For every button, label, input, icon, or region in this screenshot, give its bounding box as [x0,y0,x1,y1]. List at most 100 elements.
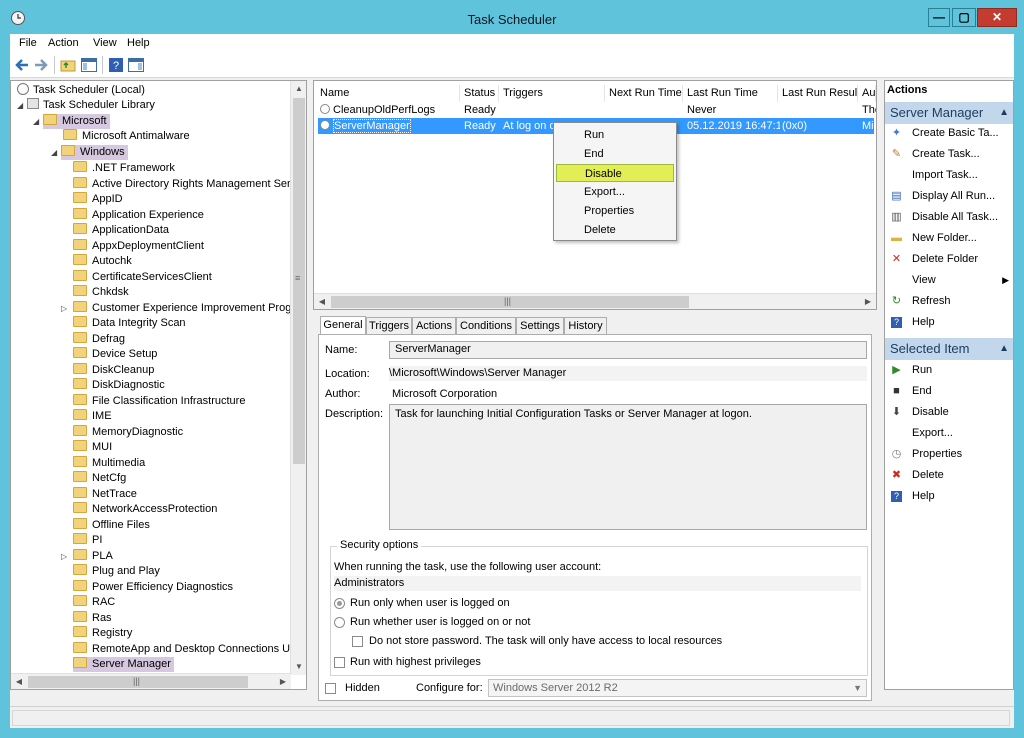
tree-folder-item[interactable]: Data Integrity Scan [73,316,189,331]
tree-antimalware[interactable]: Microsoft Antimalware [63,129,190,144]
tab-conditions[interactable]: Conditions [456,317,516,334]
description-field[interactable]: Task for launching Initial Configuration… [389,404,867,530]
tree-folder-item[interactable]: AppxDeploymentClient [73,239,207,254]
tree-folder-item[interactable]: Multimedia [73,456,148,471]
user-account-field[interactable]: Administrators [334,576,861,591]
tree-folder-item[interactable]: Defrag [73,332,128,347]
expand-arrow-icon[interactable]: ▷ [61,301,73,316]
menu-view[interactable]: View [93,37,117,49]
tree-library[interactable]: ◢Task Scheduler Library [17,98,155,113]
hidden-label[interactable]: Hidden [345,682,380,694]
tree-folder-item[interactable]: Autochk [73,254,135,269]
tree-folder-item[interactable]: RAC [73,595,118,610]
tree-folder-item[interactable]: Chkdsk [73,285,132,300]
tree-folder-item[interactable]: Registry [73,626,135,641]
scroll-left-icon[interactable]: ◀ [314,294,330,310]
title-bar[interactable]: Task Scheduler — ▢ ✕ [0,0,1024,34]
tree-windows[interactable]: ◢Windows [51,145,128,160]
action-item[interactable]: ▬New Folder... [885,228,1013,248]
collapse-up-icon[interactable]: ▲ [999,102,1009,124]
configure-for-dropdown[interactable]: Windows Server 2012 R2 ▼ [488,679,867,697]
section-server-manager[interactable]: Server Manager ▲ [885,102,1014,124]
action-item[interactable]: ⬇Disable [885,402,1013,422]
tree-folder-item[interactable]: MemoryDiagnostic [73,425,186,440]
tree-folder-item[interactable]: Server Manager [73,657,174,672]
action-item[interactable]: ?Help [885,312,1013,332]
scroll-right-icon[interactable]: ▶ [860,294,876,310]
tree-folder-item[interactable]: File Classification Infrastructure [73,394,248,409]
context-delete[interactable]: Delete [556,221,674,239]
action-item[interactable]: ?Help [885,486,1013,506]
location-field[interactable]: \Microsoft\Windows\Server Manager [389,366,867,381]
action-item[interactable]: ▤Display All Run... [885,186,1013,206]
action-item[interactable]: ✕Delete Folder [885,249,1013,269]
tab-general[interactable]: General [320,316,366,335]
collapse-arrow-icon[interactable]: ◢ [33,114,43,129]
hidden-checkbox[interactable] [325,683,336,694]
show-hide-action-pane-icon[interactable] [127,56,145,74]
tree-folder-item[interactable]: ApplicationData [73,223,172,238]
highest-privileges-label[interactable]: Run with highest privileges [350,656,481,668]
tab-triggers[interactable]: Triggers [366,317,412,334]
action-item[interactable]: ■End [885,381,1013,401]
tree-folder-item[interactable]: PI [73,533,105,548]
action-item[interactable]: ✖Delete [885,465,1013,485]
tree-folder-item[interactable]: Ras [73,611,115,626]
up-folder-icon[interactable] [59,56,77,74]
tree-folder-item[interactable]: AppID [73,192,126,207]
minimize-button[interactable]: — [928,8,950,27]
tree-folder-item[interactable]: RemoteApp and Desktop Connections Upd [73,642,305,657]
run-only-logged-on-radio[interactable] [334,598,345,609]
action-item[interactable]: ✎Create Task... [885,144,1013,164]
do-not-store-password-label[interactable]: Do not store password. The task will onl… [369,635,722,647]
tree-folder-item[interactable]: MUI [73,440,115,455]
close-button[interactable]: ✕ [977,8,1017,27]
tab-actions[interactable]: Actions [412,317,456,334]
menu-action[interactable]: Action [48,37,79,49]
name-field[interactable]: ServerManager [389,341,867,359]
action-item[interactable]: Export... [885,423,1013,443]
menu-help[interactable]: Help [127,37,150,49]
table-row[interactable]: CleanupOldPerfLogs Ready Never The [318,102,874,118]
tree-microsoft[interactable]: ◢Microsoft [33,114,110,129]
scroll-right-icon[interactable]: ▶ [275,674,291,690]
tree-folder-item[interactable]: NetworkAccessProtection [73,502,220,517]
column-status[interactable]: Status [460,85,499,102]
tree-vertical-scrollbar[interactable]: ▲ ≡ ▼ [290,81,306,675]
maximize-button[interactable]: ▢ [952,8,976,27]
tree-folder-item[interactable]: Plug and Play [73,564,163,579]
menu-file[interactable]: File [19,37,37,49]
collapse-up-icon[interactable]: ▲ [999,338,1009,360]
scroll-left-icon[interactable]: ◀ [11,674,27,690]
show-hide-console-tree-icon[interactable] [80,56,98,74]
back-arrow-icon[interactable] [13,56,31,74]
section-selected-item[interactable]: Selected Item ▲ [885,338,1014,360]
column-name[interactable]: Name [316,85,460,102]
context-disable[interactable]: Disable [556,164,674,182]
tree-folder-item[interactable]: NetCfg [73,471,129,486]
tree-folder-item[interactable]: Offline Files [73,518,153,533]
expand-arrow-icon[interactable]: ▷ [61,549,73,564]
context-export[interactable]: Export... [556,183,674,201]
action-item[interactable]: ▶Run [885,360,1013,380]
run-whether-logged-on-label[interactable]: Run whether user is logged on or not [350,616,530,628]
forward-arrow-icon[interactable] [32,56,50,74]
action-item[interactable]: Import Task... [885,165,1013,185]
scroll-up-icon[interactable]: ▲ [291,81,307,97]
tree-folder-item[interactable]: DiskCleanup [73,363,157,378]
column-author[interactable]: Au [858,85,876,102]
tree-folder-item[interactable]: Device Setup [73,347,160,362]
run-only-logged-on-label[interactable]: Run only when user is logged on [350,597,510,609]
do-not-store-password-checkbox[interactable] [352,636,363,647]
context-end[interactable]: End [556,145,674,163]
tree-folder-item[interactable]: Power Efficiency Diagnostics [73,580,236,595]
column-next-run-time[interactable]: Next Run Time [605,85,683,102]
tasklist-horizontal-scrollbar[interactable]: ◀ ||| ▶ [314,293,876,309]
help-icon[interactable]: ? [107,56,125,74]
action-item[interactable]: View▶ [885,270,1013,290]
tree-folder-item[interactable]: CertificateServicesClient [73,270,215,285]
tree-folder-item[interactable]: Application Experience [73,208,207,223]
tree-folder-item[interactable]: ▷Customer Experience Improvement Progra [73,301,304,316]
tree-root[interactable]: Task Scheduler (Local) [17,83,145,98]
column-triggers[interactable]: Triggers [499,85,605,102]
